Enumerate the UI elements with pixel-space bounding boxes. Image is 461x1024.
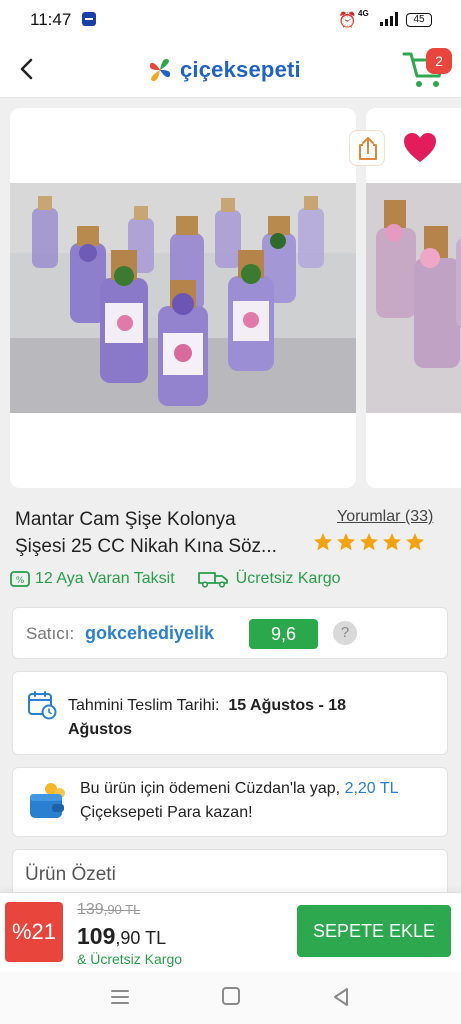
svg-text:%: % [16,576,25,586]
back-button[interactable] [12,54,42,84]
discount-badge: %21 [5,902,63,962]
network-indicator: 4G [358,9,369,18]
rating-stars[interactable] [313,532,425,552]
free-shipping-perk[interactable]: Ücretsiz Kargo [197,570,341,588]
calendar-clock-icon [28,691,57,720]
installment-icon: % [10,571,30,587]
current-price-decimal: ,90 TL [115,928,167,948]
heart-icon [404,133,436,162]
alarm-icon: ⏰ [338,12,357,29]
status-bar: 11:47 ⏰ 4G 45 [0,0,461,40]
current-price: 109,90 TL [77,923,166,950]
star-icon [406,533,424,551]
free-shipping-text: Ücretsiz Kargo [235,570,341,587]
delivery-label: Tahmini Teslim Tarihi: [68,697,220,714]
reviews-link[interactable]: Yorumlar (33) [337,508,433,526]
home-icon[interactable] [222,987,240,1005]
seller-card[interactable]: Satıcı: gokcehediyelik 9,6 ? [12,607,448,659]
wallet-promo-text: Bu ürün için ödemeni Cüzdan'la yap, 2,20… [80,777,440,825]
battery-icon: 45 [406,13,432,27]
chevron-left-icon [20,58,33,80]
seller-help-icon[interactable]: ? [333,621,357,645]
add-to-cart-button[interactable]: SEPETE EKLE [297,905,451,957]
wallet-text-before: Bu ürün için ödemeni Cüzdan'la yap, [80,780,341,797]
old-price: 139,90 TL [77,901,140,919]
seller-name-link[interactable]: gokcehediyelik [85,623,214,644]
wallet-text-after: Çiçeksepeti Para kazan! [80,804,253,821]
back-triangle-icon[interactable] [330,986,352,1008]
seller-score-badge: 9,6 [249,619,318,649]
product-photo [10,108,356,488]
current-price-main: 109 [77,923,116,949]
wallet-icon [30,783,65,818]
notification-app-icon [82,12,96,26]
purchase-bar: %21 139,90 TL 109,90 TL & Ücretsiz Kargo… [0,892,461,972]
star-icon [314,533,332,551]
wallet-promo-card[interactable]: Bu ürün için ödemeni Cüzdan'la yap, 2,20… [12,767,448,837]
status-time: 11:47 [30,10,72,29]
product-title-line-2: Şişesi 25 CC Nikah Kına Söz... [15,536,277,557]
delivery-card: Tahmini Teslim Tarihi: 15 Ağustos - 18 A… [12,671,448,755]
recent-apps-icon[interactable] [110,988,130,1006]
delivery-estimate: Tahmini Teslim Tarihi: 15 Ağustos - 18 A… [68,694,398,742]
old-price-decimal: ,90 TL [103,902,141,917]
cart-count-badge: 2 [426,48,452,74]
logo-text: çiçeksepeti [180,57,301,82]
flower-logo-icon [149,59,171,81]
price-shipping-note: & Ücretsiz Kargo [77,951,183,967]
brand-logo[interactable]: çiçeksepeti [146,54,301,86]
seller-label: Satıcı: [26,624,75,643]
signal-icon [380,12,398,26]
share-button[interactable] [349,130,385,166]
product-title: Mantar Cam Şişe Kolonya Şişesi 25 CC Nik… [15,506,315,560]
system-nav-bar [0,972,461,1024]
old-price-main: 139 [77,901,104,918]
star-icon [337,533,355,551]
truck-icon [197,572,228,588]
favorite-button[interactable] [400,130,440,166]
app-header: çiçeksepeti [0,40,461,98]
product-image[interactable] [10,108,356,488]
star-icon [383,533,401,551]
star-icon [360,533,378,551]
product-gallery[interactable] [0,108,461,488]
product-info: Mantar Cam Şişe Kolonya Şişesi 25 CC Nik… [0,498,461,598]
installment-text: 12 Aya Varan Taksit [35,570,175,587]
product-title-line-1: Mantar Cam Şişe Kolonya [15,509,236,530]
installment-perk[interactable]: % 12 Aya Varan Taksit [10,570,175,588]
share-icon [359,137,377,160]
wallet-amount: 2,20 TL [344,780,399,797]
summary-title: Ürün Özeti [25,864,116,885]
perks-row: % 12 Aya Varan Taksit Ücretsiz Kargo [10,570,363,588]
